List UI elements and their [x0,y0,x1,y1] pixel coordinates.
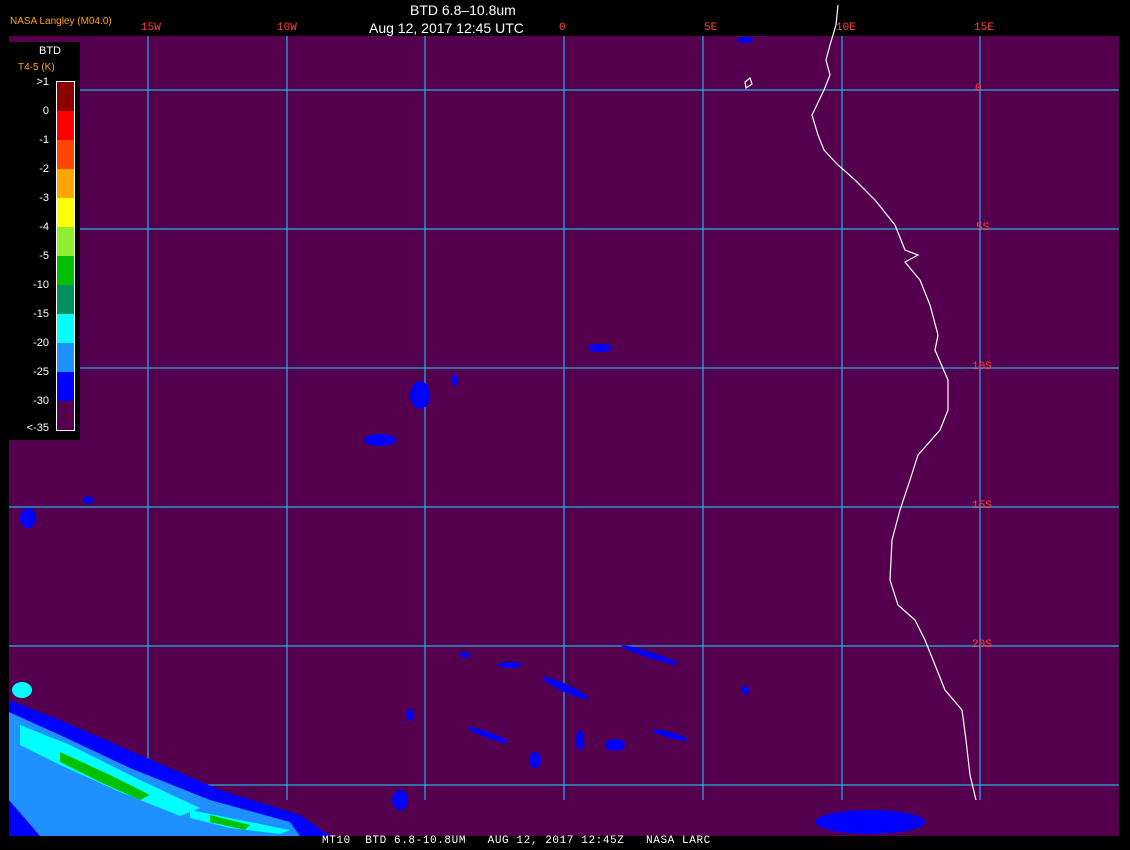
latitude-label-0: 0 [975,83,982,95]
legend-swatch [57,372,74,401]
legend-swatch [57,227,74,256]
legend-swatch [57,343,74,372]
legend-swatch [57,401,74,430]
legend-swatch [57,314,74,343]
legend-swatch [57,111,74,140]
map-title: BTD 6.8–10.8um [410,2,516,18]
longitude-label-15w: 15W [141,22,161,34]
legend-title: BTD [39,45,61,57]
longitude-label-10e: 10E [836,22,856,34]
legend-label: -1 [39,134,49,146]
legend-label: >1 [36,76,49,88]
legend-color-bar [56,81,75,431]
legend-label: -30 [33,395,49,407]
legend-label: -15 [33,308,49,320]
footer-caption: MT10 BTD 6.8-10.8UM AUG 12, 2017 12:45Z … [322,835,711,847]
legend-subtitle: T4-5 (K) [18,62,55,73]
latitude-label-15s: 15S [972,500,992,512]
legend-label: -2 [39,163,49,175]
legend-swatch [57,169,74,198]
satellite-map [9,4,1119,836]
color-legend: BTD T4-5 (K) >1 0 -1 -2 -3 -4 -5 -10 -15… [9,42,80,440]
legend-label: -10 [33,279,49,291]
legend-swatch [57,82,74,111]
legend-label: -25 [33,366,49,378]
longitude-label-0: 0 [559,22,566,34]
legend-swatch [57,198,74,227]
longitude-label-15e: 15E [974,22,994,34]
map-datetime: Aug 12, 2017 12:45 UTC [369,20,524,36]
legend-label: -20 [33,337,49,349]
latitude-label-10s: 10S [972,361,992,373]
legend-label: -3 [39,192,49,204]
legend-swatch [57,285,74,314]
legend-swatch [57,140,74,169]
longitude-label-5e: 5E [704,22,718,34]
legend-swatch [57,256,74,285]
legend-label: -4 [39,221,49,233]
legend-label: -5 [39,250,49,262]
legend-label: <-35 [26,422,49,434]
longitude-label-10w: 10W [277,22,297,34]
organization-label: NASA Langley (M04.0) [10,16,112,27]
latitude-label-5s: 5S [976,222,990,234]
legend-label: 0 [42,105,49,117]
latitude-label-20s: 20S [972,639,992,651]
